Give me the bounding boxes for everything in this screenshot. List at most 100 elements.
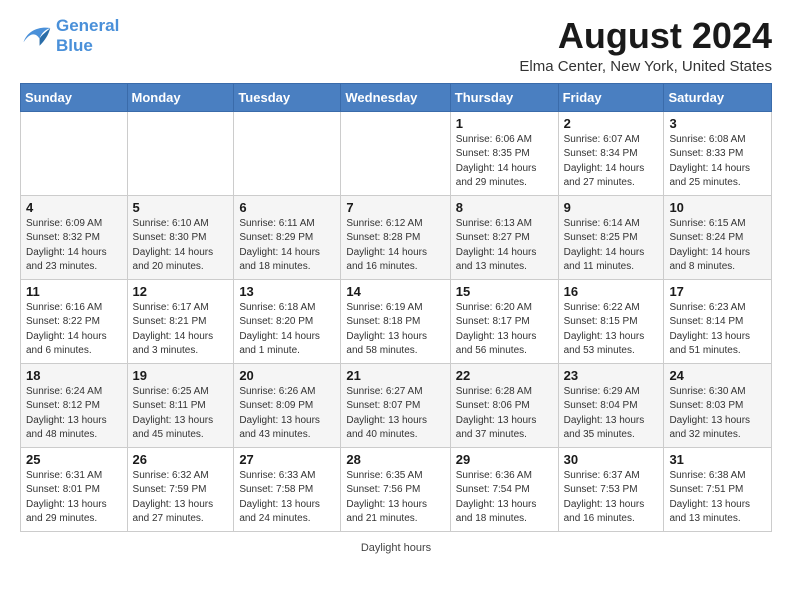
day-info: Sunrise: 6:19 AM Sunset: 8:18 PM Dayligh… <box>346 301 444 359</box>
calendar-cell: 18 Sunrise: 6:24 AM Sunset: 8:12 PM Dayli… <box>21 363 128 447</box>
day-number: 1 <box>456 116 553 131</box>
calendar-cell: 12 Sunrise: 6:17 AM Sunset: 8:21 PM Dayli… <box>127 279 234 363</box>
calendar-week-row: 1 Sunrise: 6:06 AM Sunset: 8:35 PM Daylig… <box>21 111 772 195</box>
page-header: General Blue August 2024 Elma Center, Ne… <box>20 16 772 75</box>
calendar-cell: 25Sunrise: 6:31 AM Sunset: 8:01 PM Dayli… <box>21 447 128 531</box>
calendar-cell: 16Sunrise: 6:22 AM Sunset: 8:15 PM Dayli… <box>558 279 664 363</box>
calendar-week-row: 4 Sunrise: 6:09 AM Sunset: 8:32 PM Daylig… <box>21 195 772 279</box>
calendar-cell: 14 Sunrise: 6:19 AM Sunset: 8:18 PM Dayli… <box>341 279 450 363</box>
day-info: Sunrise: 6:20 AM Sunset: 8:17 PM Dayligh… <box>456 301 553 359</box>
calendar-cell <box>127 111 234 195</box>
day-info: Sunrise: 6:37 AM Sunset: 7:53 PM Dayligh… <box>564 469 659 527</box>
calendar-cell: 24 Sunrise: 6:30 AM Sunset: 8:03 PM Dayli… <box>664 363 772 447</box>
calendar-week-row: 11 Sunrise: 6:16 AM Sunset: 8:22 PM Dayli… <box>21 279 772 363</box>
daylight-label: Daylight hours <box>361 542 431 554</box>
day-info: Sunrise: 6:38 AM Sunset: 7:51 PM Dayligh… <box>669 469 766 527</box>
day-number: 22 <box>456 368 553 383</box>
calendar-cell: 29Sunrise: 6:36 AM Sunset: 7:54 PM Dayli… <box>450 447 558 531</box>
logo-text-general: General <box>56 16 119 35</box>
day-info: Sunrise: 6:33 AM Sunset: 7:58 PM Dayligh… <box>239 469 335 527</box>
calendar-day-header: Thursday <box>450 83 558 111</box>
calendar-day-header: Monday <box>127 83 234 111</box>
calendar-cell: 17Sunrise: 6:23 AM Sunset: 8:14 PM Dayli… <box>664 279 772 363</box>
calendar-cell: 2 Sunrise: 6:07 AM Sunset: 8:34 PM Daylig… <box>558 111 664 195</box>
calendar-cell: 13 Sunrise: 6:18 AM Sunset: 8:20 PM Dayli… <box>234 279 341 363</box>
day-number: 21 <box>346 368 444 383</box>
day-number: 30 <box>564 452 659 467</box>
day-info: Sunrise: 6:17 AM Sunset: 8:21 PM Dayligh… <box>133 301 229 359</box>
calendar-cell: 15Sunrise: 6:20 AM Sunset: 8:17 PM Dayli… <box>450 279 558 363</box>
day-number: 29 <box>456 452 553 467</box>
calendar-cell: 20 Sunrise: 6:26 AM Sunset: 8:09 PM Dayli… <box>234 363 341 447</box>
calendar-week-row: 25Sunrise: 6:31 AM Sunset: 8:01 PM Dayli… <box>21 447 772 531</box>
calendar-cell: 8 Sunrise: 6:13 AM Sunset: 8:27 PM Daylig… <box>450 195 558 279</box>
day-number: 10 <box>669 200 766 215</box>
day-info: Sunrise: 6:16 AM Sunset: 8:22 PM Dayligh… <box>26 301 122 359</box>
day-number: 5 <box>133 200 229 215</box>
footer: Daylight hours <box>20 542 772 554</box>
logo-text-blue: Blue <box>56 36 119 56</box>
calendar-cell: 28 Sunrise: 6:35 AM Sunset: 7:56 PM Dayli… <box>341 447 450 531</box>
calendar-cell: 3Sunrise: 6:08 AM Sunset: 8:33 PM Daylig… <box>664 111 772 195</box>
calendar-day-header: Friday <box>558 83 664 111</box>
day-number: 19 <box>133 368 229 383</box>
day-number: 31 <box>669 452 766 467</box>
day-info: Sunrise: 6:15 AM Sunset: 8:24 PM Dayligh… <box>669 217 766 275</box>
day-number: 8 <box>456 200 553 215</box>
day-info: Sunrise: 6:35 AM Sunset: 7:56 PM Dayligh… <box>346 469 444 527</box>
day-info: Sunrise: 6:18 AM Sunset: 8:20 PM Dayligh… <box>239 301 335 359</box>
day-info: Sunrise: 6:13 AM Sunset: 8:27 PM Dayligh… <box>456 217 553 275</box>
title-block: August 2024 Elma Center, New York, Unite… <box>519 16 772 75</box>
day-number: 14 <box>346 284 444 299</box>
calendar-day-header: Tuesday <box>234 83 341 111</box>
day-number: 11 <box>26 284 122 299</box>
calendar-cell: 27Sunrise: 6:33 AM Sunset: 7:58 PM Dayli… <box>234 447 341 531</box>
day-number: 23 <box>564 368 659 383</box>
day-number: 3 <box>669 116 766 131</box>
calendar-day-header: Wednesday <box>341 83 450 111</box>
calendar-cell: 1 Sunrise: 6:06 AM Sunset: 8:35 PM Daylig… <box>450 111 558 195</box>
day-number: 18 <box>26 368 122 383</box>
day-number: 20 <box>239 368 335 383</box>
day-info: Sunrise: 6:27 AM Sunset: 8:07 PM Dayligh… <box>346 385 444 443</box>
calendar-cell: 4 Sunrise: 6:09 AM Sunset: 8:32 PM Daylig… <box>21 195 128 279</box>
calendar-cell: 19 Sunrise: 6:25 AM Sunset: 8:11 PM Dayli… <box>127 363 234 447</box>
day-info: Sunrise: 6:06 AM Sunset: 8:35 PM Dayligh… <box>456 133 553 191</box>
day-info: Sunrise: 6:28 AM Sunset: 8:06 PM Dayligh… <box>456 385 553 443</box>
day-info: Sunrise: 6:14 AM Sunset: 8:25 PM Dayligh… <box>564 217 659 275</box>
calendar-day-header: Sunday <box>21 83 128 111</box>
logo-bird-icon <box>20 22 52 50</box>
day-number: 12 <box>133 284 229 299</box>
day-number: 6 <box>239 200 335 215</box>
day-number: 2 <box>564 116 659 131</box>
calendar-cell: 31 Sunrise: 6:38 AM Sunset: 7:51 PM Dayli… <box>664 447 772 531</box>
calendar-cell: 6Sunrise: 6:11 AM Sunset: 8:29 PM Daylig… <box>234 195 341 279</box>
day-info: Sunrise: 6:26 AM Sunset: 8:09 PM Dayligh… <box>239 385 335 443</box>
day-info: Sunrise: 6:10 AM Sunset: 8:30 PM Dayligh… <box>133 217 229 275</box>
calendar-week-row: 18 Sunrise: 6:24 AM Sunset: 8:12 PM Dayli… <box>21 363 772 447</box>
day-info: Sunrise: 6:32 AM Sunset: 7:59 PM Dayligh… <box>133 469 229 527</box>
day-info: Sunrise: 6:22 AM Sunset: 8:15 PM Dayligh… <box>564 301 659 359</box>
calendar-cell: 9 Sunrise: 6:14 AM Sunset: 8:25 PM Daylig… <box>558 195 664 279</box>
calendar-cell: 21 Sunrise: 6:27 AM Sunset: 8:07 PM Dayli… <box>341 363 450 447</box>
calendar-table: SundayMondayTuesdayWednesdayThursdayFrid… <box>20 83 772 532</box>
day-info: Sunrise: 6:31 AM Sunset: 8:01 PM Dayligh… <box>26 469 122 527</box>
day-info: Sunrise: 6:25 AM Sunset: 8:11 PM Dayligh… <box>133 385 229 443</box>
day-number: 28 <box>346 452 444 467</box>
logo-text-block: General Blue <box>56 16 119 55</box>
day-info: Sunrise: 6:07 AM Sunset: 8:34 PM Dayligh… <box>564 133 659 191</box>
calendar-cell: 22 Sunrise: 6:28 AM Sunset: 8:06 PM Dayli… <box>450 363 558 447</box>
day-info: Sunrise: 6:30 AM Sunset: 8:03 PM Dayligh… <box>669 385 766 443</box>
day-number: 9 <box>564 200 659 215</box>
day-number: 24 <box>669 368 766 383</box>
day-info: Sunrise: 6:09 AM Sunset: 8:32 PM Dayligh… <box>26 217 122 275</box>
day-number: 7 <box>346 200 444 215</box>
day-number: 26 <box>133 452 229 467</box>
day-info: Sunrise: 6:24 AM Sunset: 8:12 PM Dayligh… <box>26 385 122 443</box>
calendar-cell: 26 Sunrise: 6:32 AM Sunset: 7:59 PM Dayli… <box>127 447 234 531</box>
day-number: 13 <box>239 284 335 299</box>
calendar-cell <box>21 111 128 195</box>
calendar-header-row: SundayMondayTuesdayWednesdayThursdayFrid… <box>21 83 772 111</box>
day-number: 4 <box>26 200 122 215</box>
calendar-cell: 23Sunrise: 6:29 AM Sunset: 8:04 PM Dayli… <box>558 363 664 447</box>
